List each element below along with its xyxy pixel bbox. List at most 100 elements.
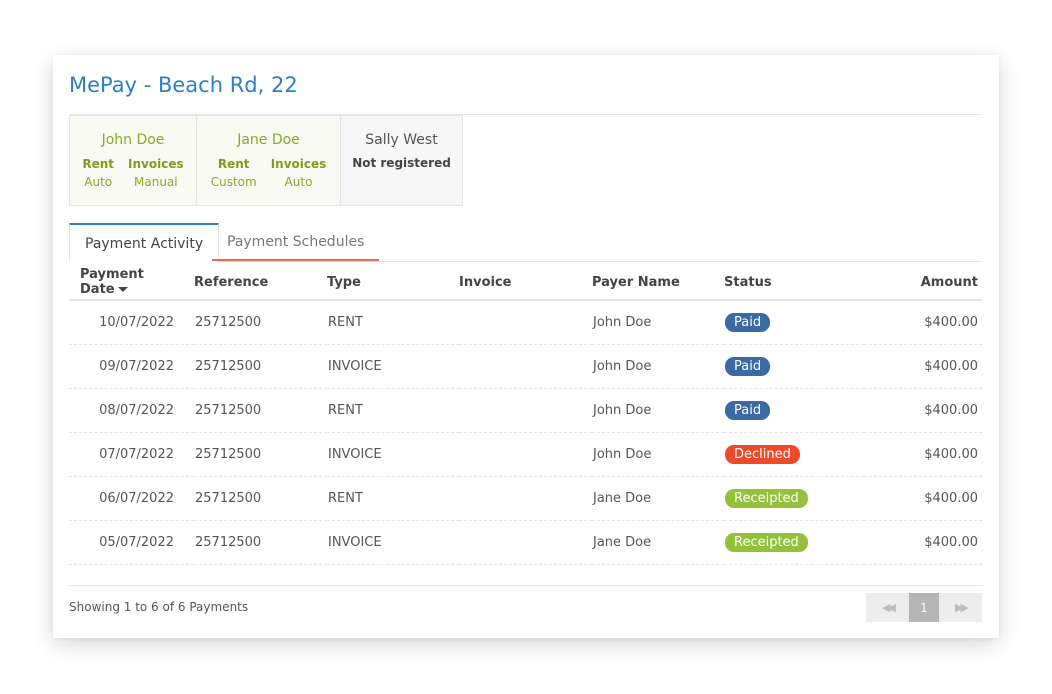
payer-list: John Doe Rent Auto Invoices Manual Jane …: [69, 115, 463, 206]
table-row[interactable]: 06/07/2022 25712500 RENT Jane Doe Receipted $…: [69, 476, 982, 521]
invoices-label: Invoices: [128, 157, 184, 171]
cell-amount: $400.00: [864, 432, 982, 477]
cell-invoice: [459, 432, 592, 477]
status-badge: Receipted: [725, 489, 808, 508]
cell-amount: $400.00: [864, 520, 982, 565]
status-badge: Declined: [725, 445, 800, 464]
column-header-type[interactable]: Type: [327, 265, 459, 301]
tab-payment-schedules[interactable]: Payment Schedules: [212, 223, 380, 261]
cell-reference: 25712500: [194, 388, 327, 433]
table-row[interactable]: 08/07/2022 25712500 RENT John Doe Paid $400.0…: [69, 388, 982, 433]
column-header-reference[interactable]: Reference: [194, 265, 327, 301]
pagination-summary: Showing 1 to 6 of 6 Payments: [69, 600, 249, 614]
caret-down-icon: [117, 287, 128, 292]
page-1-button[interactable]: 1: [909, 593, 939, 622]
double-chevron-right-icon: ▶▶: [955, 601, 969, 614]
column-header-payer-name[interactable]: Payer Name: [592, 265, 724, 301]
cell-type: RENT: [327, 300, 459, 345]
cell-reference: 25712500: [194, 344, 327, 389]
cell-date: 06/07/2022: [69, 476, 194, 521]
status-badge: Receipted: [725, 533, 808, 552]
payer-settings: Rent Custom Invoices Auto: [197, 156, 340, 192]
cell-reference: 25712500: [194, 520, 327, 565]
cell-payer-name: John Doe: [592, 300, 724, 345]
cell-type: RENT: [327, 388, 459, 433]
table-header-row: Payment Date Reference Type Invoice Paye…: [69, 265, 982, 301]
registration-status: Not registered: [352, 156, 451, 170]
cell-type: INVOICE: [327, 432, 459, 477]
table-row[interactable]: 10/07/2022 25712500 RENT John Doe Paid $400.0…: [69, 300, 982, 345]
table-body: 10/07/2022 25712500 RENT John Doe Paid $400.0…: [69, 300, 982, 565]
status-badge: Paid: [725, 357, 771, 376]
cell-amount: $400.00: [864, 388, 982, 433]
cell-date: 07/07/2022: [69, 432, 194, 477]
tab-payment-activity[interactable]: Payment Activity: [69, 223, 220, 262]
payer-card-john-doe[interactable]: John Doe Rent Auto Invoices Manual: [69, 115, 197, 206]
table-row[interactable]: 07/07/2022 25712500 INVOICE John Doe Decline…: [69, 432, 982, 477]
cell-reference: 25712500: [194, 300, 327, 345]
rent-label: Rent: [217, 157, 250, 171]
payments-table: Payment Date Reference Type Invoice Paye…: [69, 265, 982, 565]
payer-rent-setting: Rent Custom: [211, 156, 257, 192]
payer-settings: Rent Auto Invoices Manual: [70, 156, 196, 192]
payer-name: Jane Doe: [237, 132, 300, 148]
payer-invoices-setting: Invoices Manual: [128, 156, 184, 192]
invoices-label: Invoices: [270, 157, 327, 171]
cell-amount: $400.00: [864, 476, 982, 521]
cell-payer-name: John Doe: [592, 432, 724, 477]
cell-type: INVOICE: [327, 344, 459, 389]
table-row[interactable]: 05/07/2022 25712500 INVOICE Jane Doe Receipt…: [69, 520, 982, 565]
cell-payer-name: Jane Doe: [592, 520, 724, 565]
header-label: Payment Date: [80, 267, 144, 297]
invoices-value: Auto: [284, 175, 313, 189]
payer-name: John Doe: [101, 132, 165, 148]
cell-status: Receipted: [724, 520, 864, 565]
cell-payer-name: Jane Doe: [592, 476, 724, 521]
cell-status: Declined: [724, 432, 864, 477]
cell-invoice: [459, 344, 592, 389]
last-page-button[interactable]: ▶▶: [939, 593, 982, 622]
column-header-payment-date[interactable]: Payment Date: [69, 265, 194, 301]
cell-payer-name: John Doe: [592, 344, 724, 389]
payer-invoices-setting: Invoices Auto: [271, 156, 327, 192]
column-header-status[interactable]: Status: [724, 265, 864, 301]
cell-date: 05/07/2022: [69, 520, 194, 565]
double-chevron-left-icon: ◀◀: [882, 601, 896, 614]
payments-card: MePay - Beach Rd, 22 John Doe Rent Auto …: [53, 55, 999, 638]
cell-payer-name: John Doe: [592, 388, 724, 433]
cell-status: Paid: [724, 388, 864, 433]
rent-label: Rent: [82, 157, 115, 171]
status-badge: Paid: [725, 401, 771, 420]
cell-date: 08/07/2022: [69, 388, 194, 433]
cell-invoice: [459, 520, 592, 565]
cell-invoice: [459, 476, 592, 521]
table-row[interactable]: 09/07/2022 25712500 INVOICE John Doe Paid $40…: [69, 344, 982, 389]
column-header-amount[interactable]: Amount: [864, 265, 982, 301]
cell-invoice: [459, 300, 592, 345]
footer-divider: [69, 585, 982, 586]
cell-amount: $400.00: [864, 344, 982, 389]
column-header-invoice[interactable]: Invoice: [459, 265, 592, 301]
cell-status: Paid: [724, 344, 864, 389]
cell-type: RENT: [327, 476, 459, 521]
cell-date: 10/07/2022: [69, 300, 194, 345]
cell-status: Paid: [724, 300, 864, 345]
payer-card-jane-doe[interactable]: Jane Doe Rent Custom Invoices Auto: [196, 115, 341, 206]
cell-amount: $400.00: [864, 300, 982, 345]
cell-reference: 25712500: [194, 476, 327, 521]
payer-name: Sally West: [365, 132, 438, 148]
tab-bar: Payment Activity Payment Schedules: [69, 223, 982, 262]
cell-reference: 25712500: [194, 432, 327, 477]
pagination: ◀◀ 1 ▶▶: [866, 593, 982, 622]
cell-type: INVOICE: [327, 520, 459, 565]
rent-value: Auto: [84, 175, 113, 189]
cell-status: Receipted: [724, 476, 864, 521]
invoices-value: Manual: [134, 175, 178, 189]
first-page-button[interactable]: ◀◀: [866, 593, 909, 622]
payer-card-sally-west[interactable]: Sally West Not registered: [340, 115, 463, 206]
page-title: MePay - Beach Rd, 22: [69, 73, 298, 97]
cell-invoice: [459, 388, 592, 433]
status-badge: Paid: [725, 313, 771, 332]
payer-rent-setting: Rent Auto: [82, 156, 114, 192]
rent-value: Custom: [210, 175, 257, 189]
